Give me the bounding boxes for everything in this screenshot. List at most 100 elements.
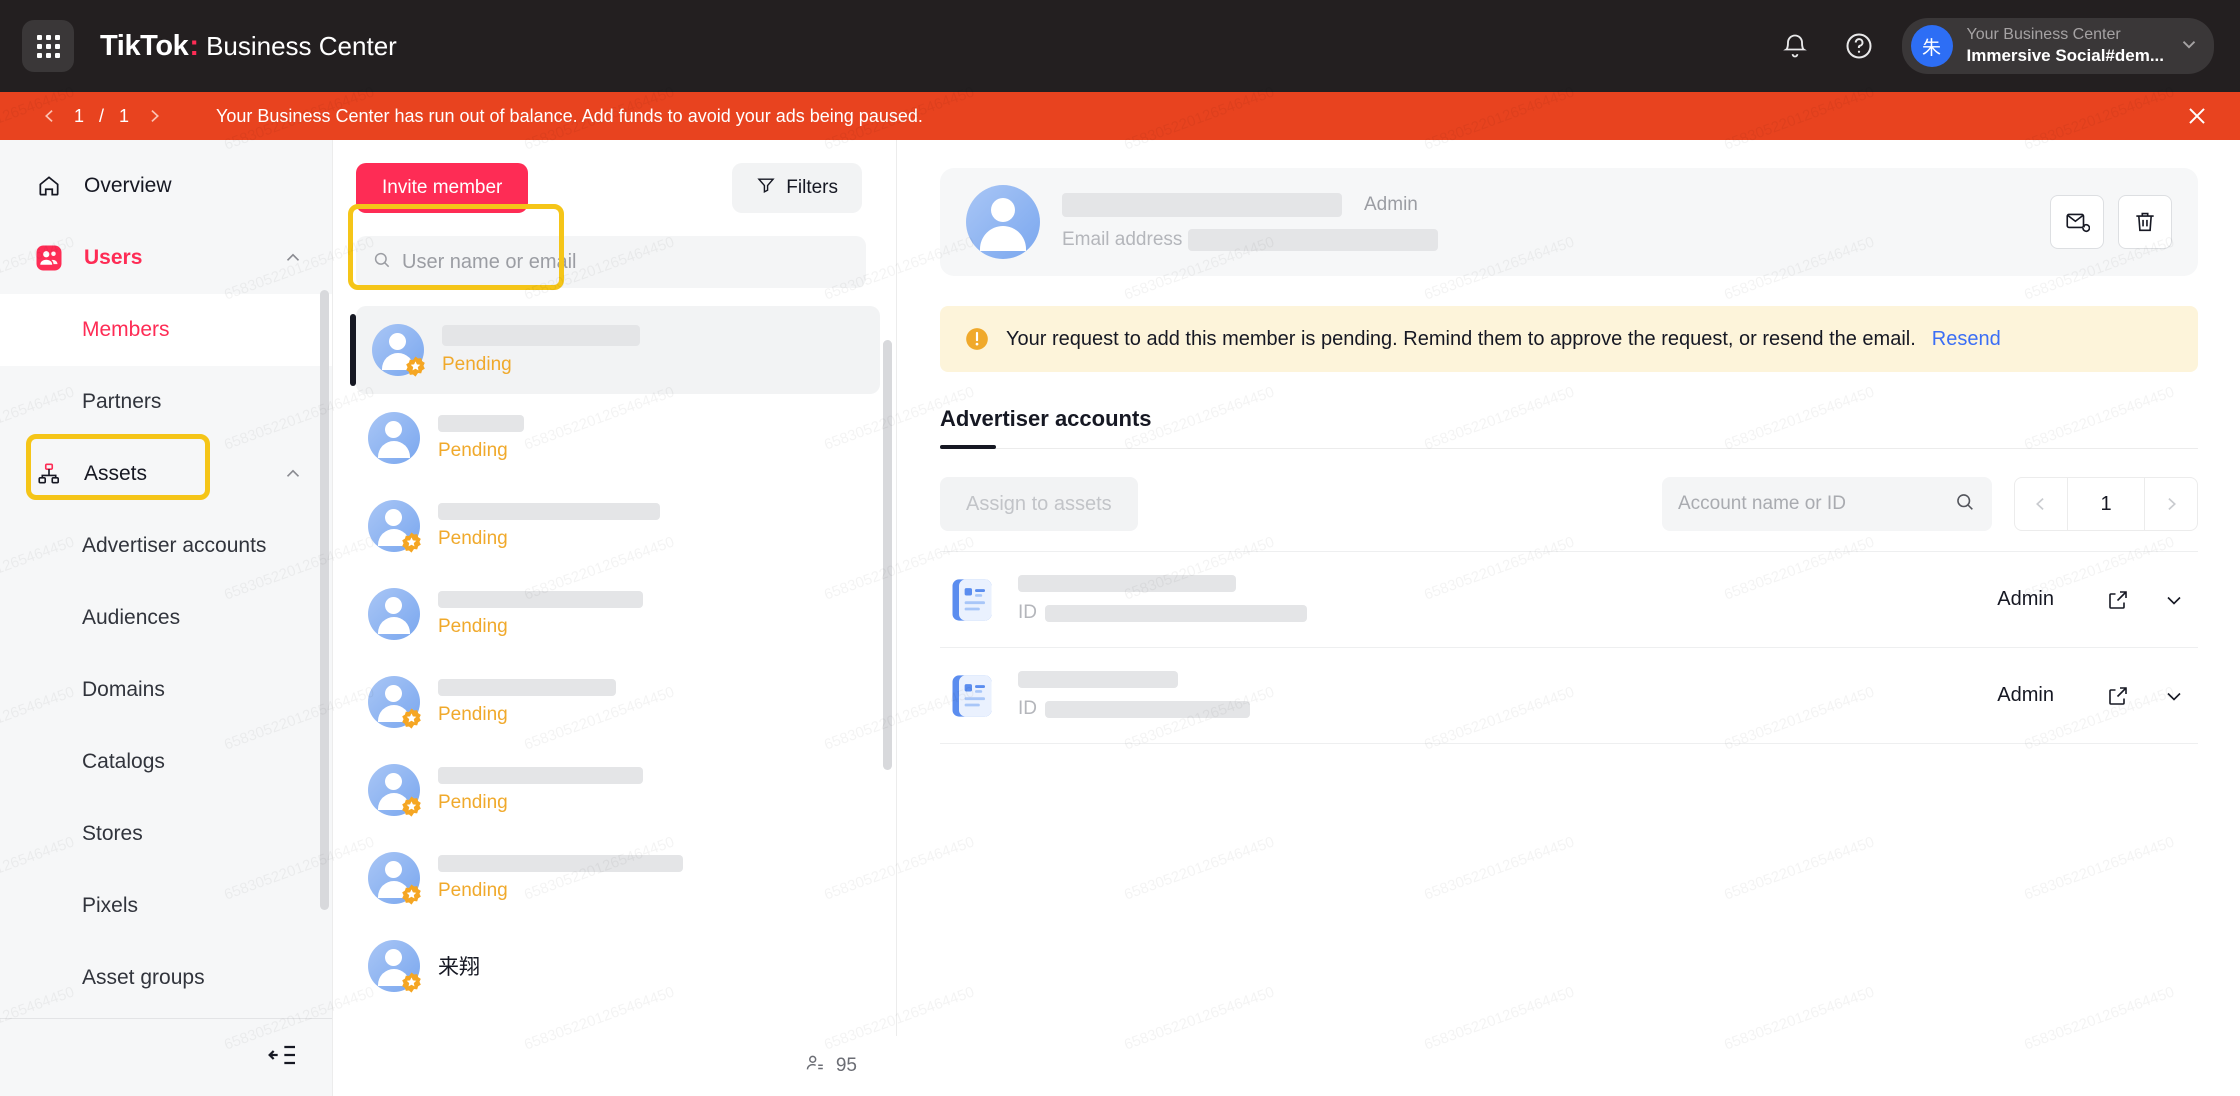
list-item-meta: Pending — [438, 679, 866, 726]
chevron-right-icon[interactable] — [144, 106, 164, 126]
account-search-input[interactable] — [1678, 493, 1944, 515]
pending-request-notice: Your request to add this member is pendi… — [940, 306, 2198, 372]
member-list-toolbar: Invite member Filters — [334, 140, 896, 236]
admin-star-badge-icon — [404, 355, 427, 378]
list-item[interactable]: 来翔 — [334, 922, 896, 1010]
filters-button[interactable]: Filters — [732, 163, 862, 213]
list-item[interactable]: Pending — [356, 306, 880, 394]
member-list-scrollbar[interactable] — [883, 340, 892, 770]
list-item-meta: Pending — [438, 767, 866, 814]
chevron-up-icon[interactable] — [282, 247, 304, 269]
table-row[interactable]: ID Admin — [940, 551, 2198, 647]
sidebar-item-asset-groups[interactable]: Asset groups — [0, 942, 332, 1014]
invite-member-button[interactable]: Invite member — [356, 163, 528, 213]
sidebar-scrollbar[interactable] — [320, 290, 329, 910]
brand-subtitle: Business Center — [206, 31, 397, 62]
member-role: Admin — [1364, 194, 1418, 216]
help-circle-icon[interactable] — [1838, 25, 1880, 67]
avatar — [368, 500, 420, 552]
list-item-meta: Pending — [438, 855, 866, 902]
sidebar-item-users[interactable]: Users — [0, 222, 332, 294]
business-center-text: Your Business Center Immersive Social#de… — [1967, 25, 2165, 66]
advertiser-accounts-table: ID Admin — [940, 551, 2198, 744]
apps-grid-dots — [37, 35, 60, 58]
tab-advertiser-accounts[interactable]: Advertiser accounts — [940, 406, 1152, 448]
sidebar-item-partners[interactable]: Partners — [0, 366, 332, 438]
sidebar-item-stores[interactable]: Stores — [0, 798, 332, 870]
accounts-pager: 1 — [2014, 477, 2198, 531]
list-item[interactable]: Pending — [334, 834, 896, 922]
alert-page-separator: / — [99, 106, 105, 127]
list-item[interactable]: Pending — [334, 746, 896, 834]
table-row[interactable]: ID Admin — [940, 647, 2198, 743]
sidebar-item-members[interactable]: Members — [0, 294, 332, 366]
account-search-box[interactable] — [1662, 477, 1992, 531]
assign-to-assets-button[interactable]: Assign to assets — [940, 477, 1138, 531]
member-list-column: Invite member Filters — [334, 140, 897, 1096]
list-item[interactable]: Pending — [334, 482, 896, 570]
status-badge: Pending — [438, 792, 866, 814]
resend-email-icon[interactable] — [2050, 195, 2104, 249]
avatar — [368, 588, 420, 640]
chevron-up-icon[interactable] — [282, 463, 304, 485]
resend-link[interactable]: Resend — [1932, 328, 2001, 351]
account-role: Admin — [1997, 588, 2054, 611]
avatar — [368, 412, 420, 464]
search-icon[interactable] — [1954, 491, 1976, 518]
member-detail-panel: Admin Email address — [898, 140, 2240, 1096]
sidebar-item-label: Overview — [84, 174, 172, 198]
sidebar-item-advertiser-accounts[interactable]: Advertiser accounts — [0, 510, 332, 582]
chevron-left-icon[interactable] — [40, 106, 60, 126]
account-id-redacted — [1045, 701, 1250, 718]
table-row-meta: ID — [1018, 671, 1977, 720]
admin-star-badge-icon — [400, 795, 423, 818]
alert-message: Your Business Center has run out of bala… — [216, 106, 923, 127]
advertiser-account-icon — [946, 574, 998, 626]
member-name-redacted — [438, 767, 643, 784]
list-item[interactable]: Pending — [334, 394, 896, 482]
apps-grid-icon[interactable] — [22, 20, 74, 72]
trash-icon[interactable] — [2118, 195, 2172, 249]
notification-bell-icon[interactable] — [1774, 25, 1816, 67]
chevron-left-icon[interactable] — [2014, 477, 2068, 531]
sidebar-item-audiences[interactable]: Audiences — [0, 582, 332, 654]
account-id-label: ID — [1018, 602, 1037, 624]
sidebar-item-overview[interactable]: Overview — [0, 150, 332, 222]
avatar — [372, 324, 424, 376]
member-search-box[interactable] — [356, 236, 866, 288]
external-link-icon[interactable] — [2100, 684, 2136, 708]
external-link-icon[interactable] — [2100, 588, 2136, 612]
warning-circle-icon — [964, 326, 990, 352]
brand-logo[interactable]: TikTok : Business Center — [100, 30, 397, 63]
search-input[interactable] — [402, 251, 850, 274]
list-item[interactable]: Pending — [334, 658, 896, 746]
sidebar-item-pixels[interactable]: Pixels — [0, 870, 332, 942]
page-number[interactable]: 1 — [2068, 477, 2144, 531]
collapse-sidebar-icon[interactable] — [267, 1039, 299, 1076]
admin-star-badge-icon — [400, 971, 423, 994]
chevron-down-icon[interactable] — [2156, 684, 2192, 708]
status-badge: Pending — [438, 440, 866, 462]
brand-colon: : — [189, 30, 199, 63]
search-icon — [372, 250, 392, 275]
member-detail-card: Admin Email address — [940, 168, 2198, 276]
sidebar-item-domains[interactable]: Domains — [0, 654, 332, 726]
list-item-meta: Pending — [442, 325, 850, 376]
sidebar-item-label: Domains — [82, 678, 165, 702]
member-list-footer: 95 — [334, 1036, 897, 1096]
sidebar-item-catalogs[interactable]: Catalogs — [0, 726, 332, 798]
close-icon[interactable] — [2184, 103, 2210, 129]
avatar: 朱 — [1911, 25, 1953, 67]
chevron-right-icon[interactable] — [2144, 477, 2198, 531]
chevron-down-icon[interactable] — [2178, 33, 2200, 60]
sidebar-item-assets[interactable]: Assets — [0, 438, 332, 510]
sidebar-item-label: Stores — [82, 822, 143, 846]
member-name-redacted — [1062, 193, 1342, 217]
list-item[interactable]: Pending — [334, 570, 896, 658]
business-center-switcher[interactable]: 朱 Your Business Center Immersive Social#… — [1902, 18, 2215, 74]
sidebar-item-label: Assets — [84, 462, 147, 486]
sidebar-item-label: Catalogs — [82, 750, 165, 774]
chevron-down-icon[interactable] — [2156, 588, 2192, 612]
business-center-name: Immersive Social#dem... — [1967, 45, 2165, 66]
list-item-meta: Pending — [438, 591, 866, 638]
